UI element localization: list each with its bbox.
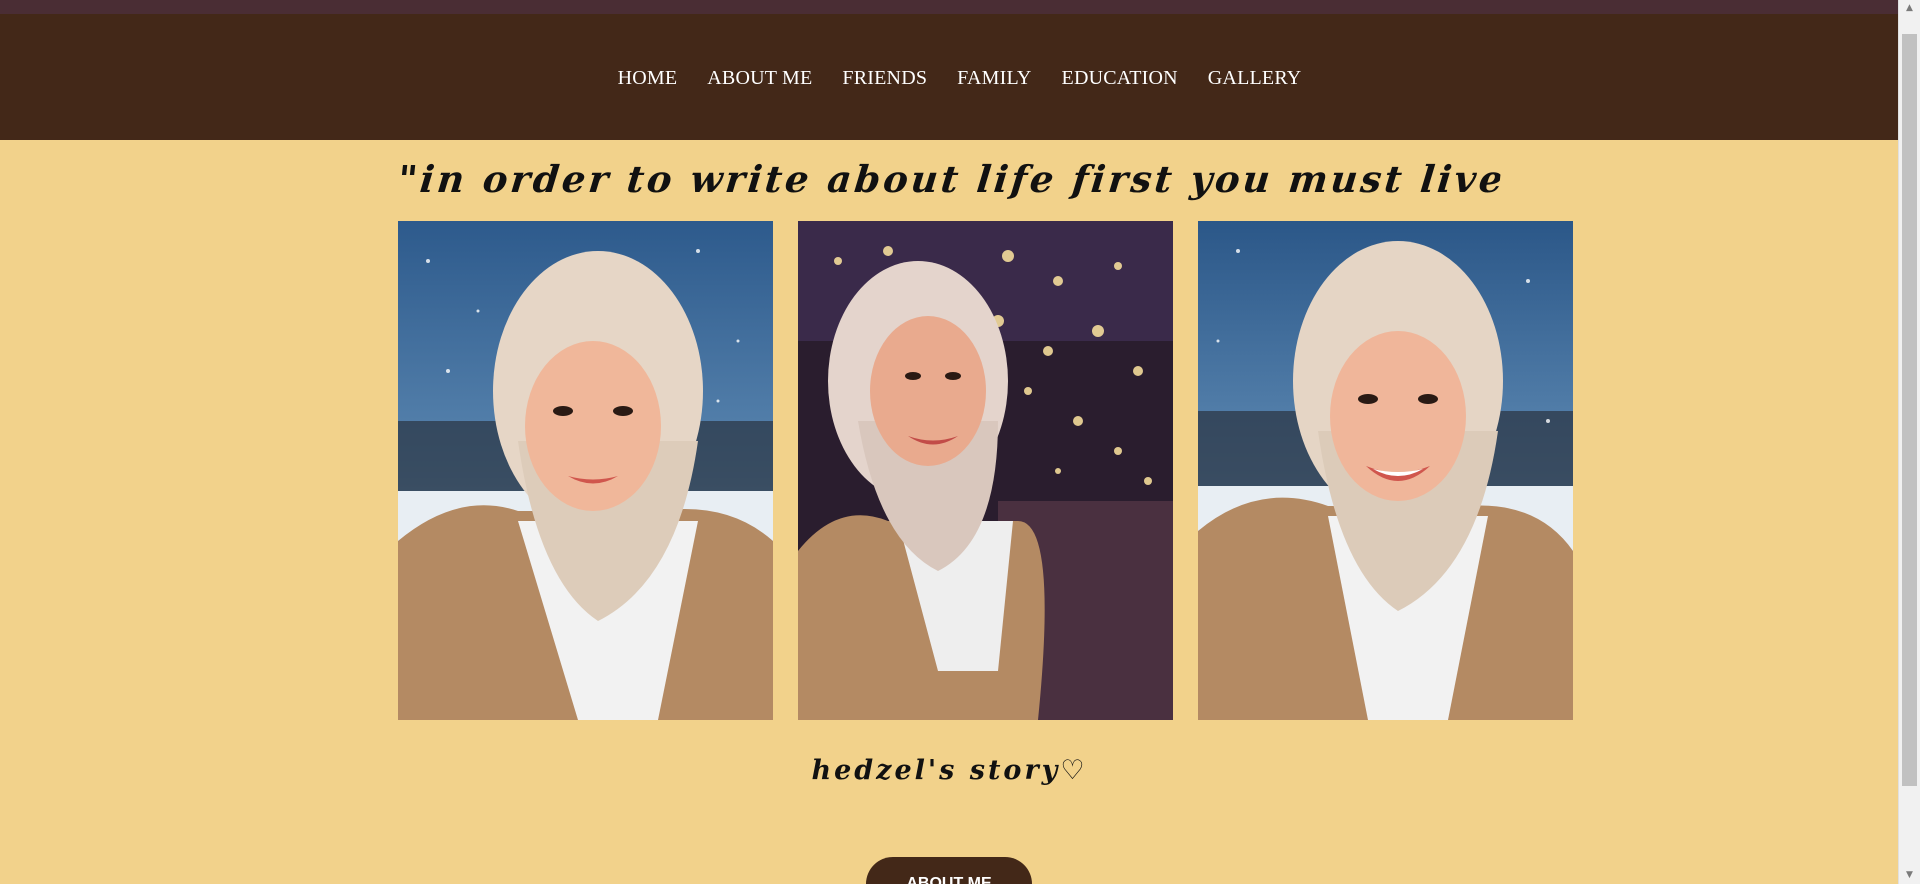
- chevron-up-icon[interactable]: ▲: [1899, 0, 1920, 17]
- nav-item-about-me[interactable]: ABOUT ME: [707, 67, 812, 90]
- hero-quote: "in order to write about life first you …: [395, 157, 1503, 201]
- about-me-button[interactable]: ABOUT ME: [866, 857, 1032, 884]
- portrait-photo-icon: [1198, 221, 1573, 720]
- scrollbar-thumb[interactable]: [1902, 34, 1917, 786]
- gallery-photo-2: [798, 221, 1173, 720]
- nav-item-family[interactable]: FAMILY: [957, 67, 1031, 90]
- page-scrollbar[interactable]: ▲ ▼: [1898, 0, 1920, 884]
- nav-item-home[interactable]: HOME: [618, 67, 678, 90]
- top-strip: [0, 0, 1899, 14]
- story-title: hedzel's story♡: [811, 755, 1088, 786]
- gallery-photo-3: [1198, 221, 1573, 720]
- portrait-photo-icon: [798, 221, 1173, 720]
- nav-list: HOME ABOUT ME FRIENDS FAMILY EDUCATION G…: [618, 67, 1302, 90]
- portrait-photo-icon: [398, 221, 773, 720]
- chevron-down-icon[interactable]: ▼: [1899, 867, 1920, 884]
- main-navbar: HOME ABOUT ME FRIENDS FAMILY EDUCATION G…: [0, 14, 1899, 140]
- gallery-photo-1: [398, 221, 773, 720]
- nav-item-friends[interactable]: FRIENDS: [842, 67, 927, 90]
- nav-item-education[interactable]: EDUCATION: [1062, 67, 1178, 90]
- nav-item-gallery[interactable]: GALLERY: [1208, 67, 1302, 90]
